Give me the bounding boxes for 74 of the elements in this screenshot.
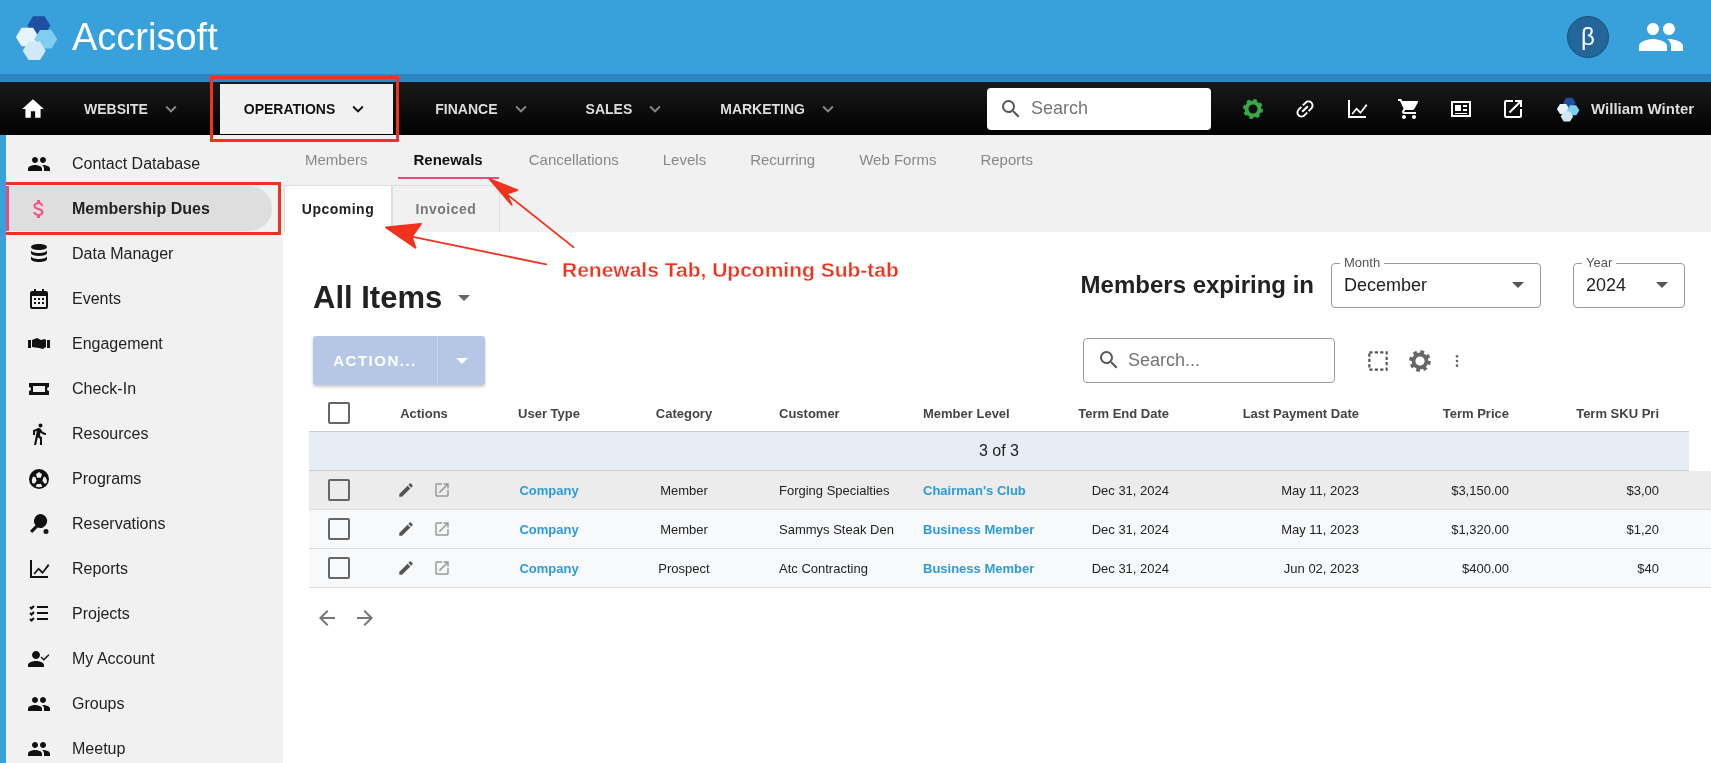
table-cell-text: $1,320.00	[1450, 521, 1510, 537]
tab[interactable]: Renewals	[397, 141, 499, 179]
table-cell-text: $3,00	[1625, 482, 1659, 498]
column-header: Term SKU Pri	[1575, 405, 1659, 421]
edit-icon[interactable]	[397, 481, 415, 499]
result-count: 3 of 3	[309, 431, 1689, 471]
table-cell-text: Atc Contracting	[778, 560, 869, 576]
sidebar-item[interactable]: Resources	[6, 411, 272, 456]
dropdown-arrow-icon	[458, 295, 471, 301]
dropdown-arrow-icon	[1656, 282, 1668, 288]
search-field[interactable]: Search	[987, 87, 1211, 130]
column-header: Customer	[778, 405, 841, 421]
column-header: Actions	[399, 405, 449, 421]
sidebar-item[interactable]: Check-In	[6, 366, 272, 411]
column-header: User Type	[517, 405, 581, 421]
table-cell-text: Member	[659, 521, 709, 537]
beta-badge[interactable]: β	[1567, 16, 1609, 58]
table-row[interactable]: Company Member Forging Specialties Chairman's Club Dec 31, 2024 May 11, 2023 $3,150.00 $3,00	[309, 471, 1711, 510]
sidebar-item[interactable]: Membership Dues	[6, 186, 272, 231]
select-all-checkbox[interactable]	[328, 402, 350, 424]
nav-menu-item[interactable]: OPERATIONS	[219, 83, 394, 134]
table-cell-text: $1,20	[1625, 521, 1659, 537]
table-cell-text: Forging Specialties	[778, 482, 891, 498]
expiring-label: Members expiring in	[1080, 271, 1314, 299]
caret-icon	[455, 357, 468, 364]
table-cell-text: $3,150.00	[1450, 482, 1510, 498]
table-cell-text: Jun 02, 2023	[1282, 560, 1360, 576]
row-checkbox[interactable]	[328, 479, 350, 501]
column-header: Last Payment Date	[1241, 405, 1360, 421]
edit-icon[interactable]	[397, 520, 415, 538]
row-checkbox[interactable]	[328, 557, 350, 579]
sidebar-item[interactable]: Meetup	[6, 726, 272, 763]
table-cell-text: Prospect	[657, 560, 711, 576]
table-cell-text: Dec 31, 2024	[1090, 521, 1170, 537]
table-cell-text: Sammys Steak Den	[778, 521, 895, 537]
nav-menu-item[interactable]: WEBSITE	[68, 82, 198, 135]
column-header: Term End Date	[1077, 405, 1170, 421]
settings-icon[interactable]	[1241, 96, 1265, 121]
column-header: Member Level	[922, 405, 1011, 421]
view-selector[interactable]: All Items	[313, 280, 471, 316]
dropdown-arrow-icon	[1512, 282, 1524, 288]
brand-name: Accrisoft	[72, 15, 218, 59]
table-cell-text: Dec 31, 2024	[1090, 560, 1170, 576]
column-header: Category	[654, 405, 714, 421]
table-cell-text: Member	[659, 482, 709, 498]
nav-menu-item[interactable]: FINANCE	[419, 82, 548, 135]
nav-menu-item[interactable]: SALES	[569, 82, 683, 135]
nav-menu-item[interactable]: MARKETING	[704, 82, 855, 135]
sidebar-item[interactable]: Projects	[6, 591, 272, 636]
sidebar-item[interactable]: Reports	[6, 546, 272, 591]
table-row[interactable]: Company Prospect Atc Contracting Business Member Dec 31, 2024 Jun 02, 2023 $400.00 $40	[309, 549, 1711, 588]
edit-icon[interactable]	[397, 559, 415, 577]
table-row[interactable]: Company Member Sammys Steak Den Business Member Dec 31, 2024 May 11, 2023 $1,320.00 $1,20	[309, 510, 1711, 549]
callout-text: Renewals Tab, Upcoming Sub-tab	[562, 258, 899, 282]
sidebar-item[interactable]: Data Manager	[6, 231, 272, 276]
sidebar-item[interactable]: Contact Database	[6, 141, 272, 186]
cart-icon[interactable]	[1397, 96, 1421, 121]
sidebar-item[interactable]: Events	[6, 276, 272, 321]
user-menu[interactable]: William Winter	[1555, 95, 1695, 122]
sidebar-item[interactable]: Programs	[6, 456, 272, 501]
table-cell-text: Dec 31, 2024	[1090, 482, 1170, 498]
settings-icon[interactable]	[1407, 347, 1433, 374]
sidebar-item[interactable]: My Account	[6, 636, 272, 681]
table-search-field[interactable]: Search...	[1083, 338, 1335, 383]
column-header: Term Price	[1441, 405, 1510, 421]
table-cell-text: May 11, 2023	[1280, 521, 1360, 537]
table-cell-text: May 11, 2023	[1280, 482, 1360, 498]
sidebar-item[interactable]: Groups	[6, 681, 272, 726]
table-cell-text: $400.00	[1461, 560, 1510, 576]
row-checkbox[interactable]	[328, 518, 350, 540]
sidebar-item[interactable]: Engagement	[6, 321, 272, 366]
table-cell-text: $40	[1636, 560, 1659, 576]
sub-tab[interactable]: Upcoming	[284, 185, 392, 232]
sidebar-item[interactable]: Reservations	[6, 501, 272, 546]
